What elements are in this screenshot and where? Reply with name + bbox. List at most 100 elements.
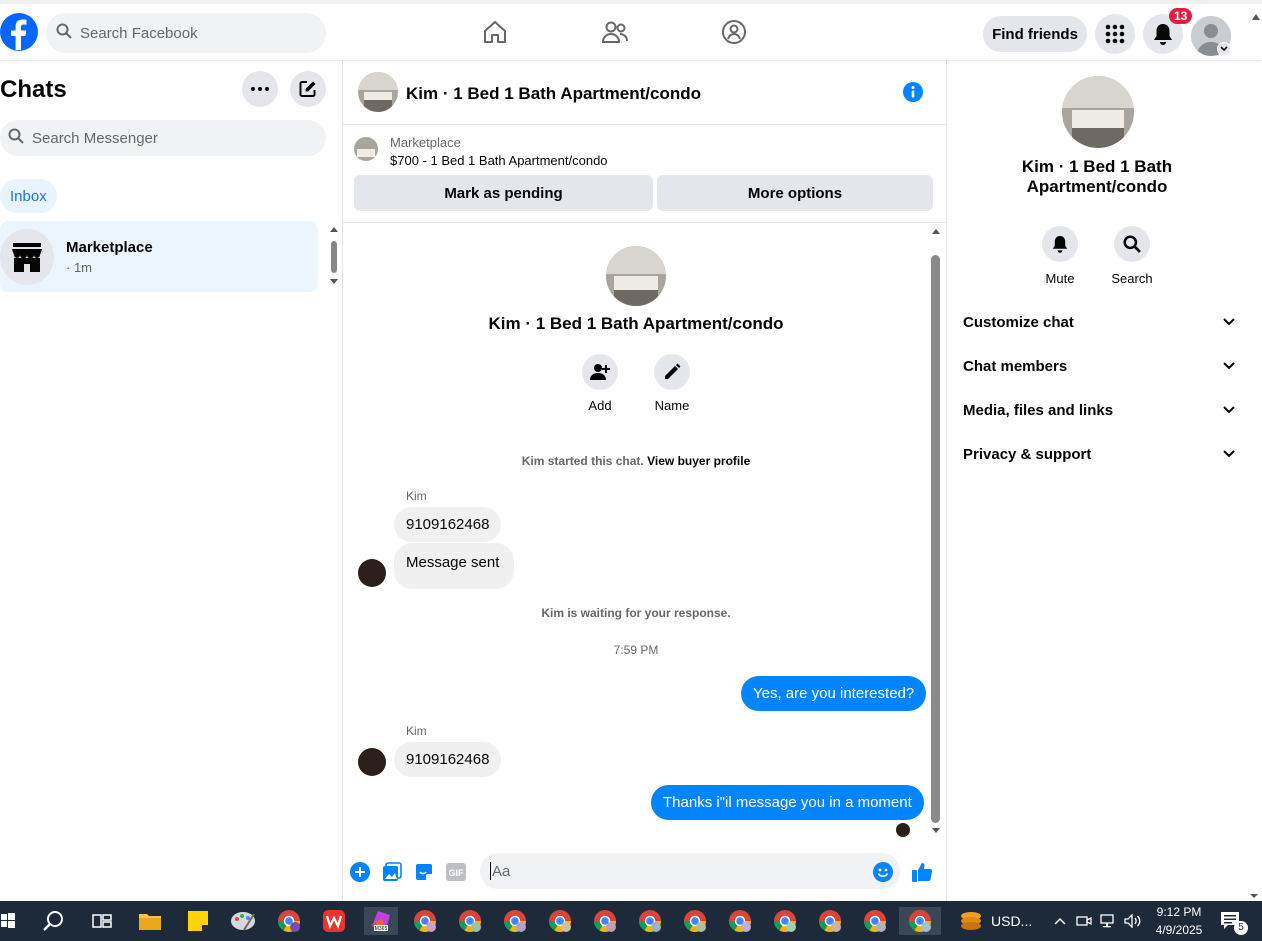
emoji-icon[interactable] [872, 861, 894, 883]
chat-item-time: · 1m [66, 260, 92, 275]
show-hidden-icons-chevron-icon[interactable] [1050, 907, 1070, 935]
outgoing-message-bubble[interactable]: Thanks i"il message you in a moment [651, 785, 924, 820]
taskbar-clock-date[interactable]: 4/9/2025 [1150, 923, 1208, 937]
chat-list-item[interactable]: Marketplace · 1m [0, 221, 318, 292]
chrome-profile-icon[interactable] [275, 907, 303, 935]
message-composer: GIF Aa [343, 850, 946, 894]
search-icon[interactable] [1114, 226, 1150, 262]
chrome-profile-icon[interactable] [546, 907, 574, 935]
messenger-search-input[interactable]: Search Messenger [0, 120, 326, 156]
chrome-profile-icon[interactable] [816, 907, 844, 935]
windows-start-icon[interactable] [0, 907, 16, 935]
add-people-action[interactable]: Add [570, 354, 630, 413]
taskbar-search-icon[interactable] [40, 907, 68, 935]
message-input[interactable]: Aa [480, 853, 900, 889]
menu-grid-icon[interactable] [1095, 14, 1135, 54]
photo-gallery-icon[interactable] [381, 861, 403, 883]
conversation-title[interactable]: Kim · 1 Bed 1 Bath Apartment/condo [406, 84, 701, 104]
listing-price-title[interactable]: $700 - 1 Bed 1 Bath Apartment/condo [390, 153, 608, 168]
conversation-center-avatar[interactable] [606, 246, 666, 306]
chat-started-notice: Kim started this chat. View buyer profil… [343, 454, 929, 468]
chrome-profile-icon[interactable] [861, 907, 889, 935]
marketplace-label: Marketplace [390, 135, 461, 150]
conversation-avatar[interactable] [358, 72, 398, 112]
chrome-profile-icon[interactable] [771, 907, 799, 935]
marketplace-store-icon [0, 229, 54, 285]
plus-circle-icon[interactable] [349, 861, 371, 883]
privacy-support-section[interactable]: Privacy & support [963, 442, 1235, 466]
message-input-placeholder: Aa [492, 862, 511, 880]
incoming-message-bubble[interactable]: 9109162468 [394, 507, 502, 542]
chrome-active-window-icon[interactable] [899, 907, 941, 935]
friends-icon[interactable] [600, 17, 630, 47]
chrome-profile-icon[interactable] [726, 907, 754, 935]
window-scroll-up-icon[interactable] [1250, 4, 1262, 64]
conversation-center-title: Kim · 1 Bed 1 Bath Apartment/condo [488, 314, 784, 333]
customize-chat-section[interactable]: Customize chat [963, 310, 1235, 334]
like-thumbs-up-icon[interactable] [911, 861, 933, 883]
incoming-message-bubble[interactable]: Message sent [394, 543, 515, 589]
add-label: Add [588, 398, 612, 413]
volume-icon[interactable] [1122, 907, 1144, 935]
chats-title: Chats [0, 76, 67, 103]
section-label: Customize chat [963, 313, 1074, 331]
home-icon[interactable] [480, 17, 510, 47]
page-scrollbar[interactable] [1246, 60, 1262, 901]
chrome-profile-icon[interactable] [411, 907, 439, 935]
find-friends-button[interactable]: Find friends [983, 16, 1087, 52]
info-panel-avatar[interactable] [1062, 76, 1134, 148]
facebook-search-input[interactable]: Search Facebook [46, 13, 326, 53]
mute-action[interactable]: Mute [1030, 226, 1090, 286]
chats-panel: Chats Search Messenger Inbox Marketplace… [0, 60, 343, 901]
paint-app-icon[interactable] [229, 907, 257, 935]
account-chevron-down-icon[interactable] [1217, 42, 1231, 56]
search-in-conversation-action[interactable]: Search [1102, 226, 1162, 286]
pencil-icon[interactable] [654, 354, 690, 390]
sticker-icon[interactable] [413, 861, 435, 883]
new-message-icon[interactable] [290, 71, 326, 107]
info-icon[interactable] [903, 82, 923, 102]
chrome-profile-icon[interactable] [681, 907, 709, 935]
chrome-profile-icon[interactable] [501, 907, 529, 935]
sender-avatar[interactable] [358, 748, 386, 776]
seen-receipt-avatar [896, 823, 910, 837]
meet-now-icon[interactable] [1074, 907, 1094, 935]
outgoing-message-bubble[interactable]: Yes, are you interested? [741, 676, 927, 711]
marketplace-listing-bar: Marketplace $700 - 1 Bed 1 Bath Apartmen… [343, 125, 946, 223]
media-files-links-section[interactable]: Media, files and links [963, 398, 1235, 422]
chat-list-scrollbar[interactable] [329, 226, 339, 286]
chrome-profile-icon[interactable] [636, 907, 664, 935]
sender-avatar[interactable] [358, 559, 386, 587]
search-label: Search [1111, 271, 1153, 286]
listing-thumbnail[interactable] [354, 137, 378, 161]
file-explorer-icon[interactable] [136, 907, 164, 935]
name-chat-action[interactable]: Name [642, 354, 702, 413]
facebook-logo-icon[interactable] [0, 12, 38, 52]
bell-icon[interactable] [1042, 226, 1078, 262]
incoming-message-bubble[interactable]: 9109162468 [394, 742, 502, 777]
more-options-button[interactable]: More options [657, 175, 933, 211]
add-person-icon[interactable] [582, 354, 618, 390]
name-label: Name [654, 398, 690, 413]
currency-widget-label[interactable]: USD... [991, 913, 1032, 929]
more-options-icon[interactable] [242, 71, 278, 107]
view-buyer-profile-link[interactable]: View buyer profile [647, 454, 750, 468]
chat-members-section[interactable]: Chat members [963, 354, 1235, 378]
groups-icon[interactable] [719, 17, 749, 47]
taskbar-clock-time[interactable]: 9:12 PM [1150, 905, 1208, 919]
conversation-scrollbar[interactable] [930, 225, 942, 835]
top-navigation-bar: Search Facebook Find friends 13 [0, 0, 1262, 60]
svg-text:M365: M365 [375, 926, 388, 932]
network-icon[interactable] [1098, 907, 1120, 935]
wps-office-icon[interactable] [320, 907, 348, 935]
chrome-profile-icon[interactable] [456, 907, 484, 935]
gif-icon[interactable]: GIF [445, 861, 467, 883]
windows-taskbar: M365 USD... 9:12 PM 4/9/2025 5 [0, 901, 1262, 941]
task-view-icon[interactable] [88, 907, 116, 935]
currency-widget-icon[interactable] [957, 907, 985, 935]
mark-as-pending-button[interactable]: Mark as pending [354, 175, 653, 211]
inbox-tab[interactable]: Inbox [0, 179, 57, 213]
chrome-profile-icon[interactable] [591, 907, 619, 935]
sticky-notes-icon[interactable] [184, 907, 212, 935]
microsoft-365-icon[interactable]: M365 [364, 907, 398, 935]
